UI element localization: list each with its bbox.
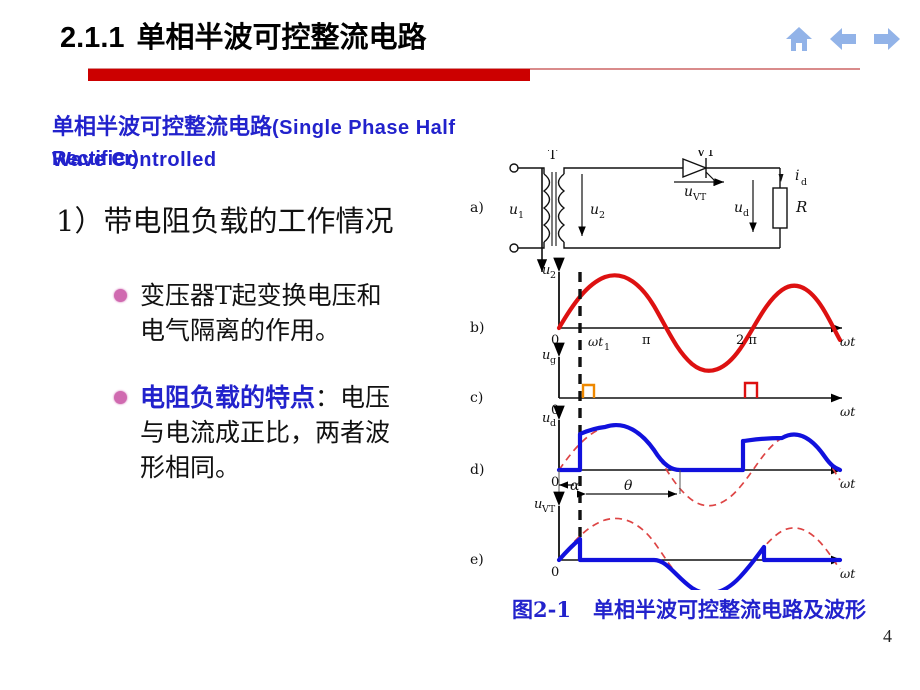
resistor-label: R: [795, 198, 807, 216]
u2-label: u: [590, 202, 599, 218]
panel-c-waveform: [553, 342, 842, 403]
panel-b-tick-wt1-sub: 1: [604, 342, 610, 353]
topic-heading-cn: 单相半波可控整流电路: [52, 115, 273, 140]
list-item-highlight: 电阻负载的特点: [140, 383, 316, 412]
figure-caption: 图2-1 单相半波可控整流电路及波形: [512, 594, 866, 624]
uvt-label: u: [684, 184, 693, 200]
bullet-dot-icon: [114, 289, 127, 302]
panel-a-circuit: [509, 157, 788, 253]
panel-d-waveform: [553, 405, 843, 507]
panel-b-ylabel-sub: 2: [550, 270, 556, 281]
gate-pulse-1: [581, 383, 596, 398]
arrow-right-icon[interactable]: [872, 25, 902, 53]
list-item: 电阻负载的特点：电压与电流成正比，两者波形相同。: [114, 380, 392, 485]
home-icon[interactable]: [784, 24, 814, 54]
panel-e-xlabel: ωt: [840, 566, 856, 581]
uvt-sub: VT: [692, 192, 707, 203]
header-divider-thick: [88, 69, 530, 81]
panel-d-label: d): [470, 462, 484, 478]
alpha-label: α: [570, 478, 580, 494]
section-title: 单相半波可控整流电路: [136, 20, 427, 54]
bullet-dot-icon: [114, 391, 127, 404]
figure-caption-text: 单相半波可控整流电路及波形: [592, 597, 866, 622]
panel-c-label: c): [470, 390, 483, 406]
slide: 2.1.1 单相半波可控整流电路 单相半波可控整流电路(Single Phase …: [0, 0, 920, 690]
ud-sub: d: [743, 208, 749, 219]
panel-d-ylabel-sub: d: [550, 418, 556, 429]
ud-label: u: [734, 200, 743, 216]
list-item-label: 变压器T起变换电压和电气隔离的作用。: [140, 281, 382, 345]
page-title: 2.1.1 单相半波可控整流电路: [60, 14, 427, 56]
list-item: 变压器T起变换电压和电气隔离的作用。: [114, 278, 392, 348]
topic-heading-en-2: Rectifier): [52, 148, 139, 170]
arrow-left-icon[interactable]: [828, 25, 858, 53]
page-number: 4: [883, 626, 892, 646]
panel-e-waveform: [553, 491, 843, 590]
panel-e-ylabel-sub: VT: [541, 504, 556, 515]
panel-b-label: b): [470, 320, 484, 336]
u1-sub: 1: [518, 210, 524, 221]
id-label: i: [795, 168, 799, 184]
nav-icons[interactable]: [784, 24, 902, 54]
panel-c-ylabel-sub: g: [550, 355, 556, 366]
panel-d-xlabel: ωt: [840, 476, 856, 491]
panel-b-waveform: [536, 168, 843, 560]
panel-b-xlabel: ωt: [840, 334, 856, 349]
section-number: 2.1.1: [60, 22, 125, 54]
panel-e-label: e): [470, 552, 484, 568]
gate-pulse-2: [743, 381, 759, 398]
u2-sub: 2: [599, 210, 605, 221]
list-item-label: 电阻负载的特点：电压与电流成正比，两者波形相同。: [140, 380, 392, 485]
u1-label: u: [509, 202, 518, 218]
panel-b-tick-2pi: 2 π: [736, 333, 757, 348]
panel-a-label: a): [470, 200, 484, 216]
transformer-label: T: [548, 150, 558, 163]
id-sub: d: [801, 177, 807, 188]
figure-2-1: a) T u 1 u 2 u VT u d i d R VT b) u 2 0 …: [462, 150, 912, 590]
panel-b-tick-0: 0: [551, 333, 559, 348]
panel-e-tick-0: 0: [551, 565, 559, 580]
panel-c-xlabel: ωt: [840, 404, 856, 419]
panel-d-tick-0: 0: [551, 475, 559, 490]
vt-label: VT: [695, 150, 716, 160]
theta-label: θ: [624, 478, 633, 494]
panel-b-tick-pi: π: [642, 333, 651, 348]
figure-caption-number: 图2-1: [512, 597, 571, 622]
panel-c-tick-0: 0: [551, 403, 559, 418]
numbered-item-1: 1）带电阻负载的工作情况: [56, 204, 394, 238]
panel-b-tick-wt1: ωt: [588, 334, 604, 349]
